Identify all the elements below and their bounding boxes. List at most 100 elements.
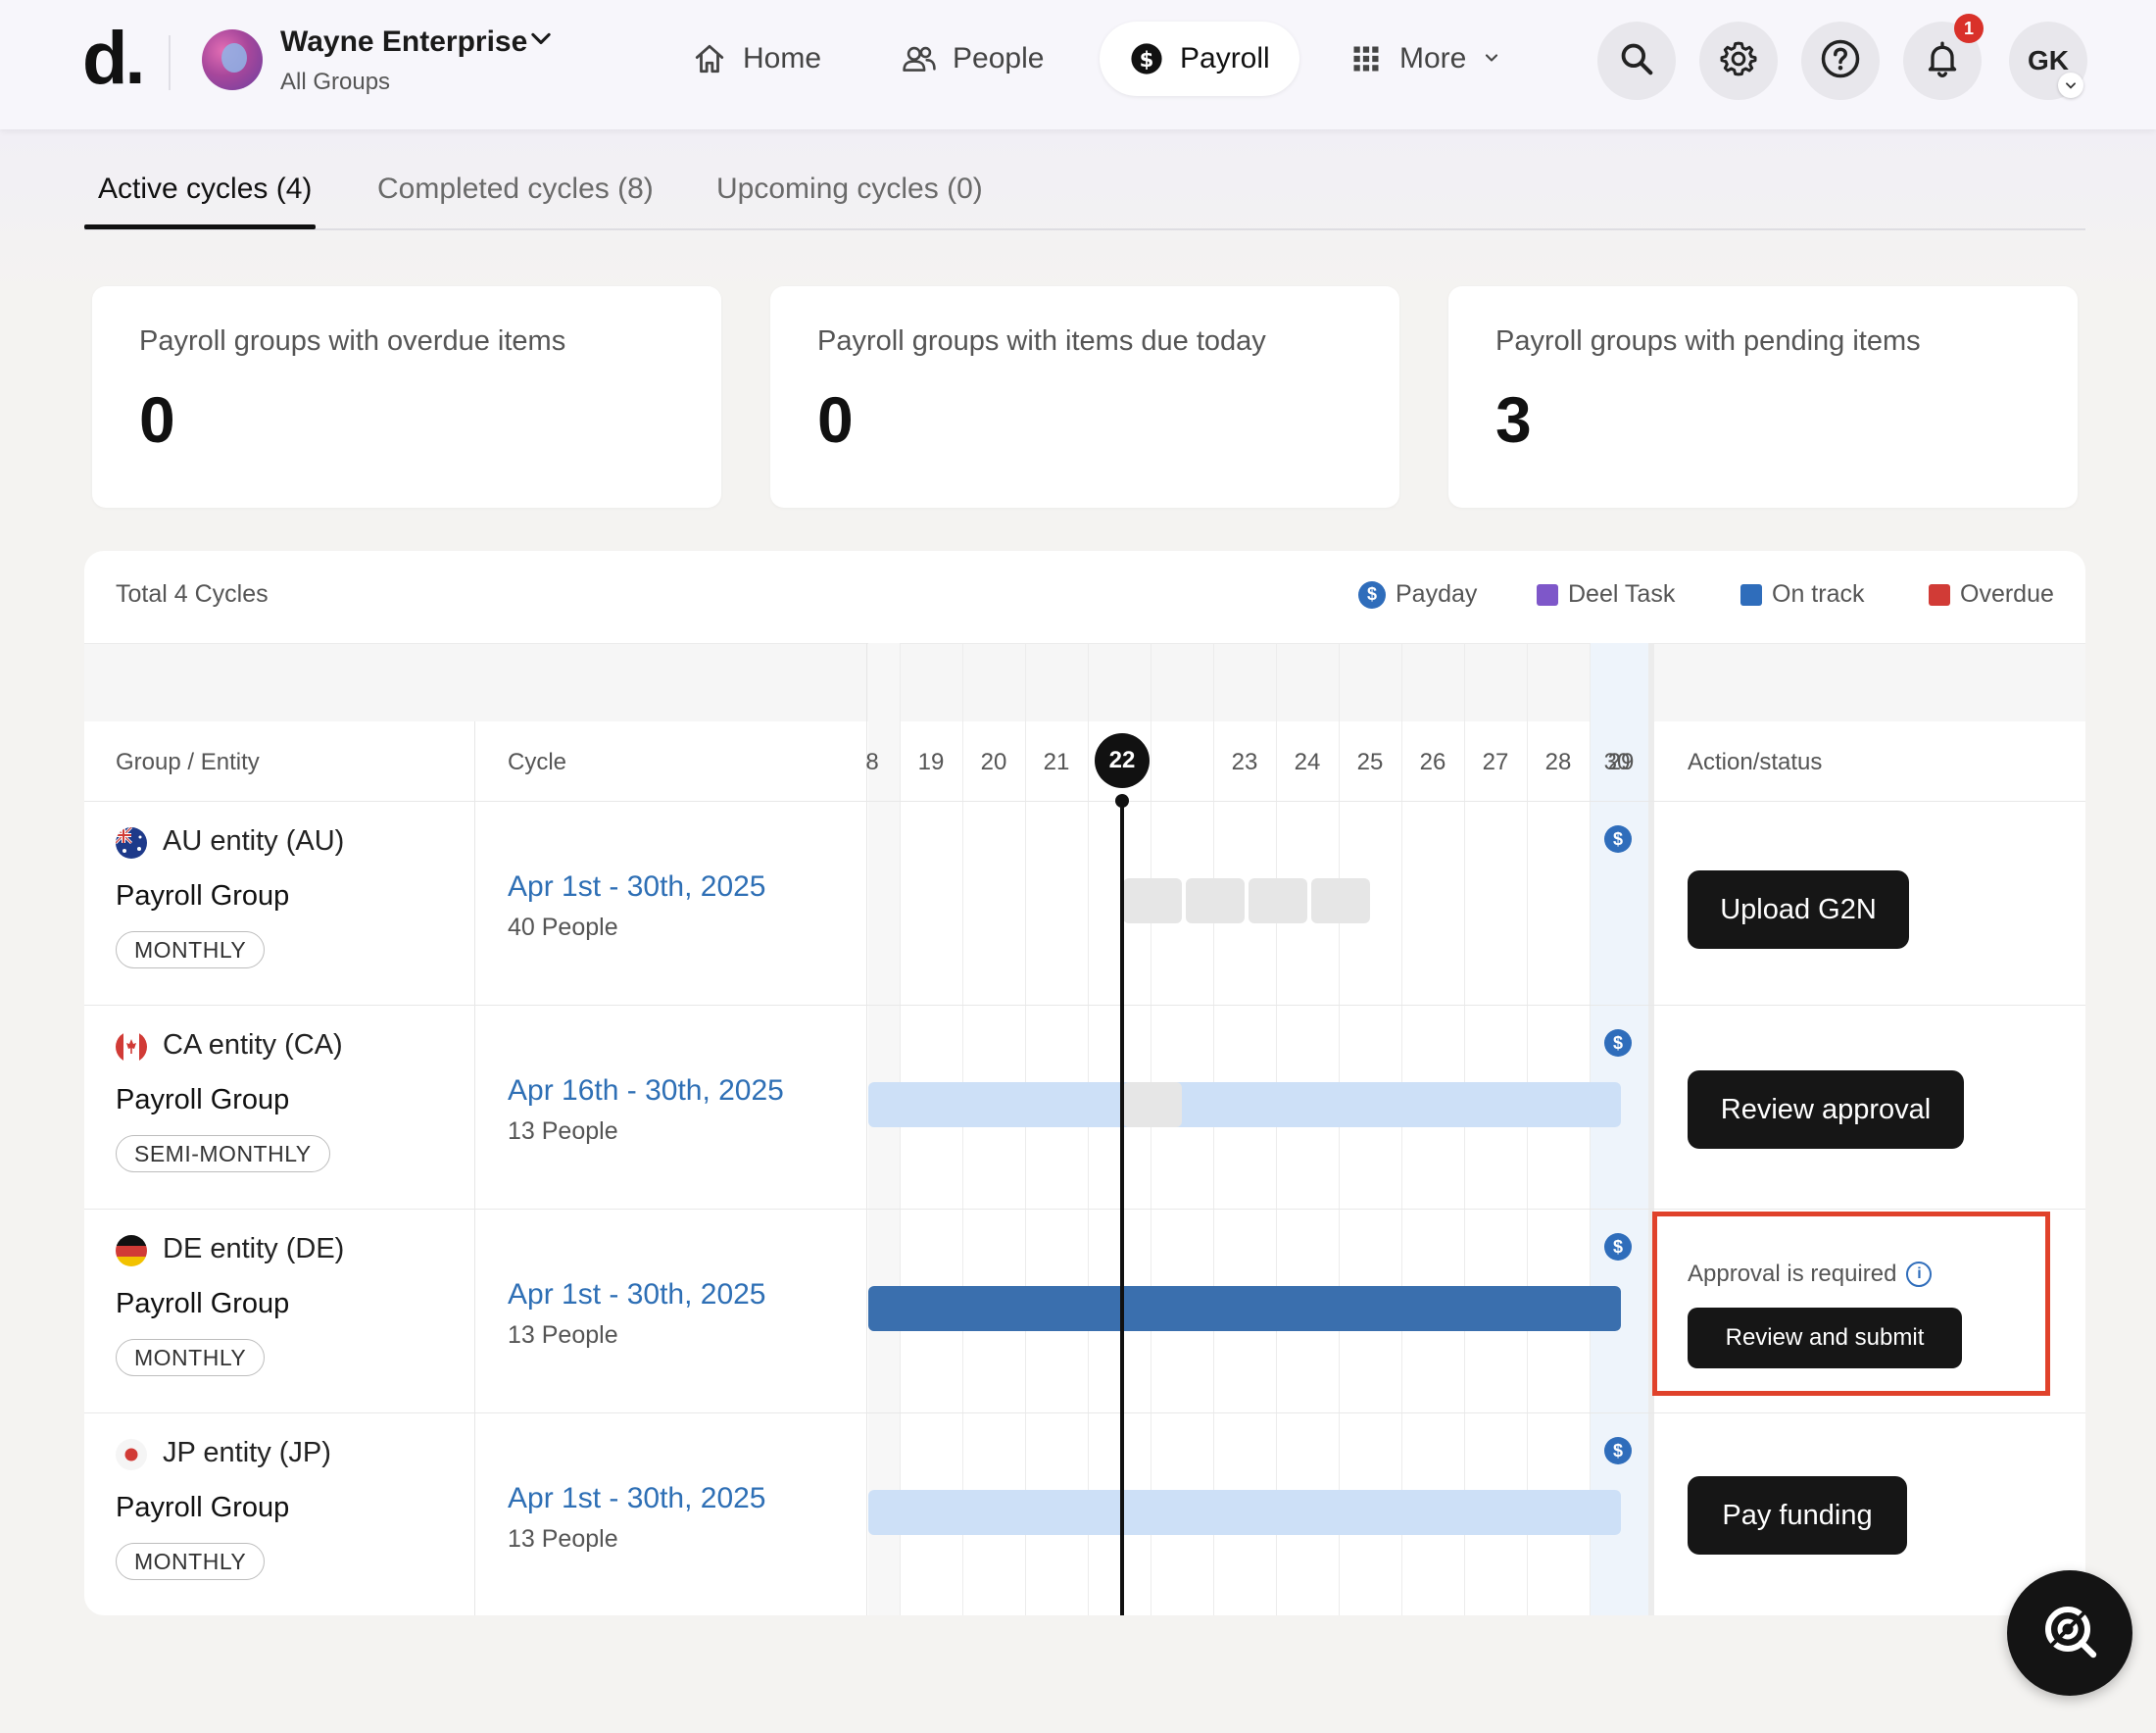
legend-swatch — [1537, 583, 1558, 606]
day-label: 23 — [1231, 749, 1258, 775]
entity-name: CA entity (CA) — [163, 1029, 343, 1061]
stat-value: 0 — [139, 383, 175, 456]
cycle-people-count: 13 People — [508, 1525, 618, 1553]
column-header-group: Group / Entity — [116, 749, 260, 775]
legend-swatch — [1929, 583, 1950, 606]
payday-dollar-icon[interactable]: $ — [1604, 1437, 1632, 1464]
cycle-people-count: 40 People — [508, 914, 618, 941]
top-navigation-bar: d. Wayne Enterprise All Groups Home Peop… — [0, 0, 2156, 129]
pay-funding-button[interactable]: Pay funding — [1688, 1476, 1907, 1555]
cycle-people-count: 13 People — [508, 1117, 618, 1145]
assistant-icon — [2038, 1600, 2101, 1667]
nav-people[interactable]: People — [872, 22, 1073, 96]
entity-name: AU entity (AU) — [163, 825, 345, 857]
grid-icon — [1348, 41, 1384, 76]
task-block[interactable] — [1186, 878, 1245, 923]
au-flag-icon — [116, 827, 147, 859]
day-label: 8 — [865, 749, 879, 775]
day-label: 24 — [1294, 749, 1321, 775]
nav-more[interactable]: More — [1319, 22, 1531, 96]
stat-label: Payroll groups with pending items — [1495, 325, 1921, 357]
table-row: AU entity (AU) Payroll Group MONTHLY Apr… — [84, 802, 2085, 1006]
cycles-table: Total 4 Cycles $ Payday Deel Task On tra… — [84, 551, 2085, 1615]
help-icon — [1820, 38, 1861, 84]
group-name: Payroll Group — [116, 1288, 290, 1319]
help-button[interactable] — [1801, 22, 1880, 100]
nav-home[interactable]: Home — [662, 22, 851, 96]
payday-dollar-icon[interactable]: $ — [1604, 825, 1632, 853]
bell-icon — [1923, 39, 1962, 83]
header-divider — [169, 35, 171, 90]
stat-label: Payroll groups with items due today — [817, 325, 1266, 357]
svg-text:$: $ — [1140, 48, 1154, 73]
legend-label: Deel Task — [1568, 580, 1676, 608]
column-header-action: Action/status — [1688, 749, 1823, 775]
legend-overdue: Overdue — [1929, 580, 2054, 609]
legend-label: On track — [1772, 580, 1865, 608]
assistant-fab-button[interactable] — [2007, 1570, 2132, 1696]
legend-label: Overdue — [1960, 580, 2054, 608]
stat-label: Payroll groups with overdue items — [139, 325, 566, 357]
cycle-link[interactable]: Apr 1st - 30th, 2025 — [508, 870, 766, 904]
frequency-badge: MONTHLY — [116, 1339, 266, 1376]
day-label: 20 — [980, 749, 1007, 775]
payday-dollar-icon[interactable]: $ — [1604, 1029, 1632, 1057]
task-block[interactable] — [1311, 878, 1370, 923]
stat-card-overdue: Payroll groups with overdue items 0 — [92, 286, 721, 508]
search-button[interactable] — [1597, 22, 1676, 100]
cycle-progress-bar[interactable] — [868, 1082, 1621, 1127]
dollar-icon: $ — [1129, 41, 1164, 76]
cycle-people-count: 13 People — [508, 1321, 618, 1349]
payday-dollar-icon[interactable]: $ — [1604, 1233, 1632, 1261]
upload-g2n-button[interactable]: Upload G2N — [1688, 870, 1909, 949]
cycle-link[interactable]: Apr 16th - 30th, 2025 — [508, 1074, 784, 1108]
cycle-progress-bar[interactable] — [868, 1490, 1621, 1535]
org-avatar[interactable] — [202, 29, 263, 90]
group-name: Payroll Group — [116, 1084, 290, 1115]
cycle-link[interactable]: Apr 1st - 30th, 2025 — [508, 1278, 766, 1312]
legend-payday: $ Payday — [1358, 580, 1477, 609]
task-block[interactable] — [1249, 878, 1307, 923]
day-label: 27 — [1482, 749, 1509, 775]
dollar-icon: $ — [1358, 580, 1386, 609]
day-label: 25 — [1356, 749, 1384, 775]
active-tab-indicator — [84, 224, 316, 229]
legend-on-track: On track — [1740, 580, 1864, 609]
task-block[interactable] — [1123, 1082, 1182, 1127]
cycle-link[interactable]: Apr 1st - 30th, 2025 — [508, 1482, 766, 1515]
nav-payroll[interactable]: $ Payroll — [1100, 22, 1299, 96]
nav-more-label: More — [1399, 42, 1467, 74]
tabs-divider — [84, 228, 2085, 230]
group-name: Payroll Group — [116, 1492, 290, 1523]
nav-home-label: Home — [743, 42, 822, 74]
timeline-header-band — [84, 643, 2085, 721]
day-label: 21 — [1043, 749, 1070, 775]
tab-completed-cycles[interactable]: Completed cycles (8) — [377, 173, 654, 206]
stat-value: 0 — [817, 383, 854, 456]
total-cycles: Total 4 Cycles — [116, 580, 269, 608]
chevron-down-icon[interactable] — [527, 25, 555, 60]
chevron-down-icon — [1482, 42, 1501, 75]
deel-logo[interactable]: d. — [82, 20, 146, 98]
group-name: Payroll Group — [116, 880, 290, 912]
stat-card-pending: Payroll groups with pending items 3 — [1448, 286, 2078, 508]
gear-icon — [1719, 39, 1758, 83]
today-marker: 22 — [1095, 733, 1150, 788]
table-header-row: Group / Entity Cycle Action/status 8 19 … — [84, 721, 2085, 802]
cycle-progress-bar[interactable] — [868, 1286, 1621, 1331]
nav-people-label: People — [953, 42, 1045, 74]
home-icon — [692, 41, 727, 76]
today-line — [1120, 802, 1124, 1615]
tab-upcoming-cycles[interactable]: Upcoming cycles (0) — [716, 173, 983, 206]
task-block[interactable] — [1123, 878, 1182, 923]
review-approval-button[interactable]: Review approval — [1688, 1070, 1964, 1149]
chevron-down-icon[interactable] — [2058, 73, 2083, 98]
frequency-badge: MONTHLY — [116, 1543, 266, 1580]
day-label: 19 — [917, 749, 945, 775]
day-label: 28 — [1544, 749, 1572, 775]
org-name[interactable]: Wayne Enterprise — [280, 25, 527, 59]
tab-active-cycles[interactable]: Active cycles (4) — [98, 173, 312, 206]
legend-label: Payday — [1396, 580, 1478, 608]
settings-button[interactable] — [1699, 22, 1778, 100]
stat-value: 3 — [1495, 383, 1532, 456]
